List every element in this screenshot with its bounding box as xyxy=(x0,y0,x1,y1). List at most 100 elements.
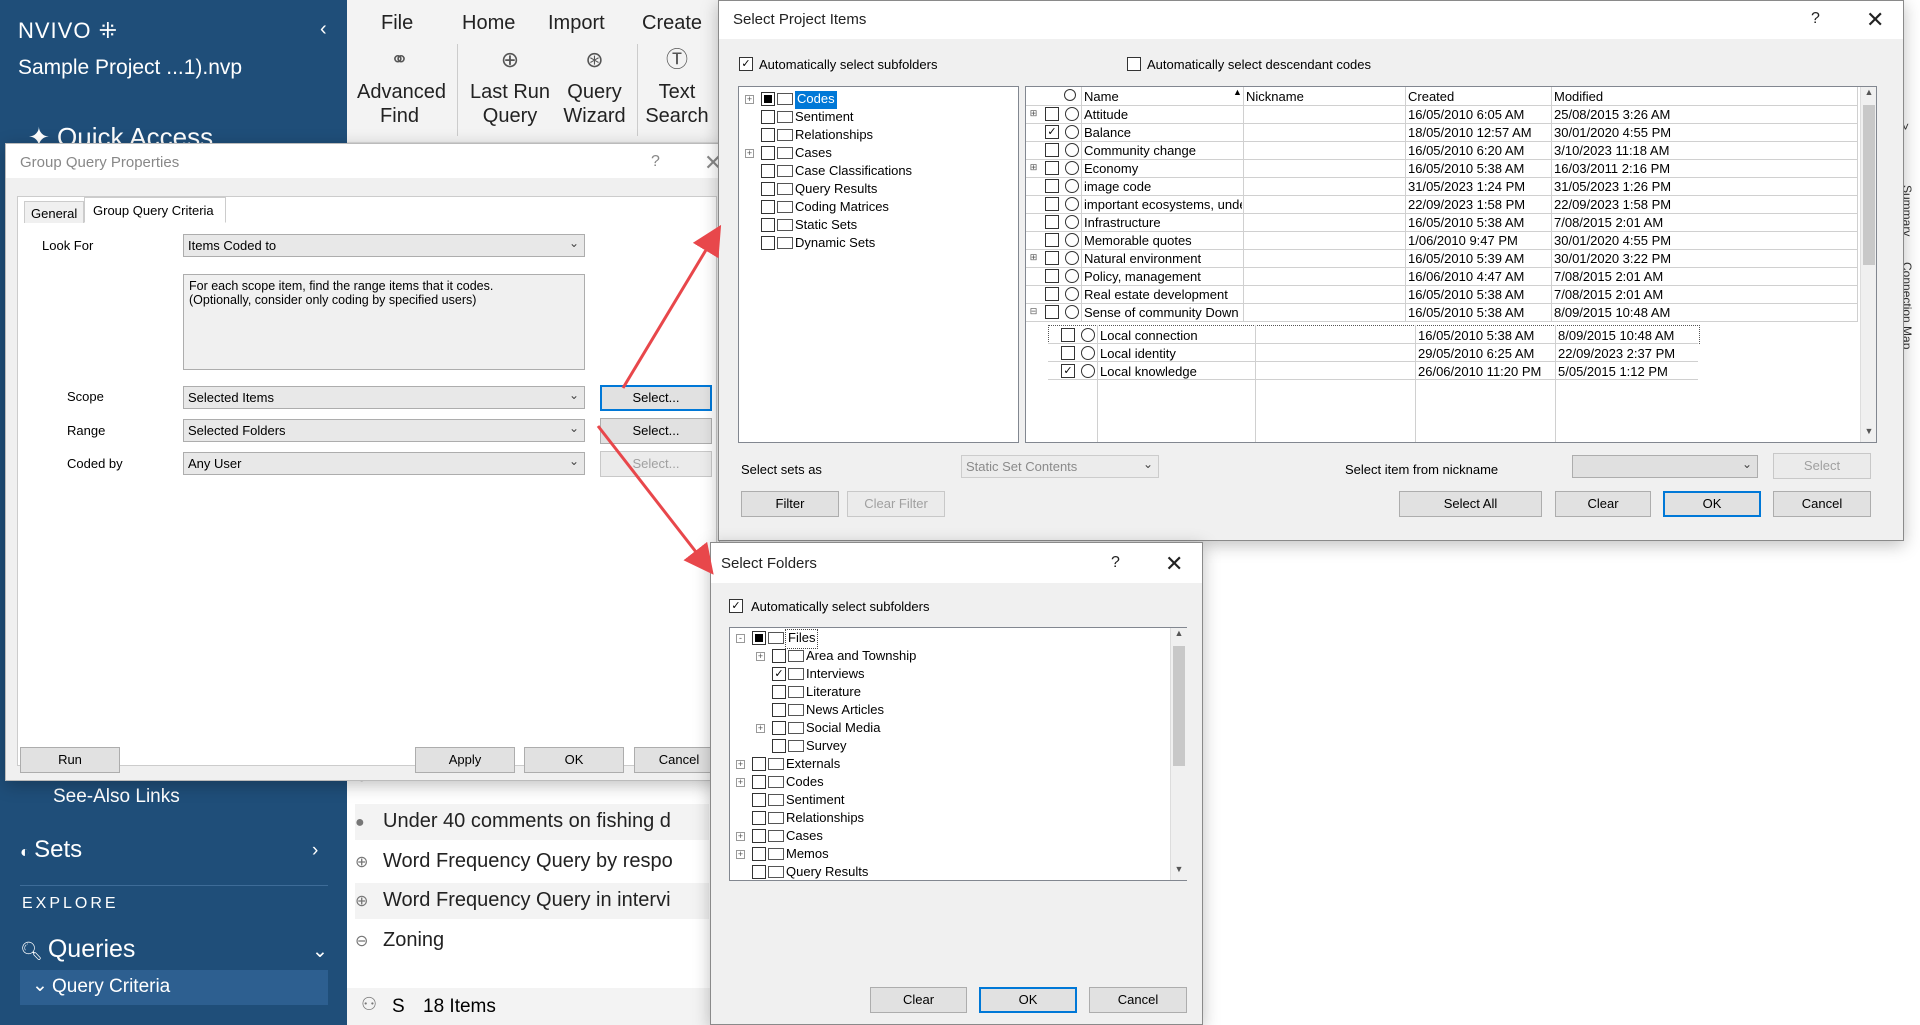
tree-checkbox[interactable] xyxy=(761,146,775,160)
coded-by-select-button[interactable]: Select... xyxy=(600,451,712,477)
tree-item-label[interactable]: Dynamic Sets xyxy=(795,235,875,253)
expand-icon[interactable]: ⊞ xyxy=(1029,109,1038,119)
row-radio[interactable] xyxy=(1065,233,1079,247)
row-checkbox[interactable] xyxy=(1045,143,1059,157)
row-radio[interactable] xyxy=(1065,269,1079,283)
tree-checkbox[interactable] xyxy=(752,793,766,807)
tree-item-label[interactable]: Codes xyxy=(795,91,837,109)
list-item[interactable]: ⊖ Zoning xyxy=(355,923,709,959)
row-radio[interactable] xyxy=(1065,251,1079,265)
add-column-icon[interactable] xyxy=(1064,89,1076,101)
tree-item-label[interactable]: Sentiment xyxy=(786,792,845,810)
column-header-name[interactable]: Name xyxy=(1084,89,1119,104)
list-item[interactable]: ⊕ Word Frequency Query in intervi xyxy=(355,883,709,919)
row-checkbox[interactable] xyxy=(1061,328,1075,342)
tree-checkbox[interactable] xyxy=(752,631,766,645)
clear-filter-button[interactable]: Clear Filter xyxy=(847,491,945,517)
expand-icon[interactable]: ⊞ xyxy=(1029,163,1038,173)
expand-icon[interactable]: + xyxy=(736,760,745,769)
scroll-down-icon[interactable]: ▼ xyxy=(1171,864,1187,880)
queries-item[interactable]: 🔍︎ Queries xyxy=(20,935,135,964)
tree-item-label[interactable]: Interviews xyxy=(806,666,865,684)
help-icon[interactable]: ? xyxy=(651,153,660,171)
row-checkbox[interactable] xyxy=(1045,251,1059,265)
last-run-query-button[interactable]: ⊕ Last Run Query xyxy=(465,48,555,128)
clear-button[interactable]: Clear xyxy=(870,987,967,1013)
row-checkbox[interactable] xyxy=(1045,179,1059,193)
list-item[interactable]: ● Under 40 comments on fishing d xyxy=(355,804,709,840)
tree-item-label[interactable]: Cases xyxy=(795,145,832,163)
row-checkbox[interactable] xyxy=(1045,287,1059,301)
tree-checkbox[interactable] xyxy=(752,757,766,771)
tree-checkbox[interactable] xyxy=(772,739,786,753)
expand-icon[interactable]: ⊞ xyxy=(1029,253,1038,263)
tree-checkbox[interactable] xyxy=(761,110,775,124)
tab-import[interactable]: Import xyxy=(548,12,605,35)
column-header-nickname[interactable]: Nickname xyxy=(1246,89,1304,104)
cancel-button[interactable]: Cancel xyxy=(1089,987,1187,1013)
tree-item-label[interactable]: News Articles xyxy=(806,702,884,720)
expand-icon[interactable]: - xyxy=(736,634,745,643)
row-radio[interactable] xyxy=(1065,179,1079,193)
tree-checkbox[interactable] xyxy=(761,164,775,178)
tree-checkbox[interactable]: ✓ xyxy=(772,667,786,681)
row-checkbox[interactable] xyxy=(1045,215,1059,229)
look-for-dropdown[interactable]: Items Coded to ⌄ xyxy=(183,234,585,257)
tree-checkbox[interactable] xyxy=(772,649,786,663)
tree-checkbox[interactable] xyxy=(772,685,786,699)
tree-item-label[interactable]: Query Results xyxy=(786,864,868,882)
see-also-links-item[interactable]: See-Also Links xyxy=(53,786,180,808)
expand-icon[interactable]: + xyxy=(745,95,754,104)
tab-file[interactable]: File xyxy=(381,12,413,35)
row-radio[interactable] xyxy=(1065,197,1079,211)
query-wizard-button[interactable]: ⊛ Query Wizard xyxy=(557,48,632,128)
tree-checkbox[interactable] xyxy=(761,200,775,214)
row-radio[interactable] xyxy=(1065,287,1079,301)
row-radio[interactable] xyxy=(1081,328,1095,342)
tree-item-label[interactable]: Relationships xyxy=(795,127,873,145)
cancel-button[interactable]: Cancel xyxy=(1773,491,1871,517)
expand-icon[interactable]: + xyxy=(756,724,765,733)
tree-item-label[interactable]: Relationships xyxy=(786,810,864,828)
tree-item-label[interactable]: Coding Matrices xyxy=(795,199,889,217)
row-checkbox[interactable] xyxy=(1045,305,1059,319)
tree-checkbox[interactable] xyxy=(761,92,775,106)
list-item[interactable]: ⊕ Word Frequency Query by respo xyxy=(355,844,709,880)
tree-checkbox[interactable] xyxy=(752,847,766,861)
tree-checkbox[interactable] xyxy=(761,236,775,250)
row-checkbox[interactable] xyxy=(1061,346,1075,360)
tree-item-label[interactable]: Case Classifications xyxy=(795,163,912,181)
tree-checkbox[interactable] xyxy=(761,182,775,196)
row-checkbox[interactable]: ✓ xyxy=(1045,125,1059,139)
row-radio[interactable] xyxy=(1081,346,1095,360)
tree-checkbox[interactable] xyxy=(761,218,775,232)
vertical-scrollbar[interactable]: ▲ ▼ xyxy=(1860,87,1876,442)
close-icon[interactable]: ✕ xyxy=(1165,551,1183,577)
expand-icon[interactable]: + xyxy=(736,832,745,841)
vertical-scrollbar[interactable]: ▲ ▼ xyxy=(1170,628,1187,880)
row-radio[interactable] xyxy=(1081,364,1095,378)
expand-icon[interactable]: + xyxy=(756,652,765,661)
nickname-dropdown[interactable]: ⌄ xyxy=(1572,455,1758,478)
tree-item-label[interactable]: Memos xyxy=(786,846,829,864)
help-icon[interactable]: ? xyxy=(1811,10,1820,28)
ok-button[interactable]: OK xyxy=(1663,491,1761,517)
tab-group-query-criteria[interactable]: Group Query Criteria xyxy=(84,197,226,223)
expand-icon[interactable]: + xyxy=(736,778,745,787)
tree-item-label[interactable]: Sentiment xyxy=(795,109,854,127)
scroll-down-icon[interactable]: ▼ xyxy=(1861,426,1876,442)
row-checkbox[interactable] xyxy=(1045,107,1059,121)
advanced-find-button[interactable]: ⚭ Advanced Find xyxy=(357,48,446,128)
tree-checkbox[interactable] xyxy=(772,721,786,735)
tree-checkbox[interactable] xyxy=(752,829,766,843)
query-criteria-item[interactable]: ⌄ Query Criteria xyxy=(20,970,328,1005)
scroll-up-icon[interactable]: ▲ xyxy=(1861,87,1876,103)
row-radio[interactable] xyxy=(1065,107,1079,121)
tree-checkbox[interactable] xyxy=(761,128,775,142)
tree-checkbox[interactable] xyxy=(752,775,766,789)
sets-expand-icon[interactable]: › xyxy=(312,840,318,862)
tree-item-label[interactable]: Literature xyxy=(806,684,861,702)
tree-checkbox[interactable] xyxy=(752,811,766,825)
expand-icon[interactable]: + xyxy=(736,850,745,859)
auto-subfolders-checkbox[interactable]: ✓ xyxy=(729,599,743,613)
